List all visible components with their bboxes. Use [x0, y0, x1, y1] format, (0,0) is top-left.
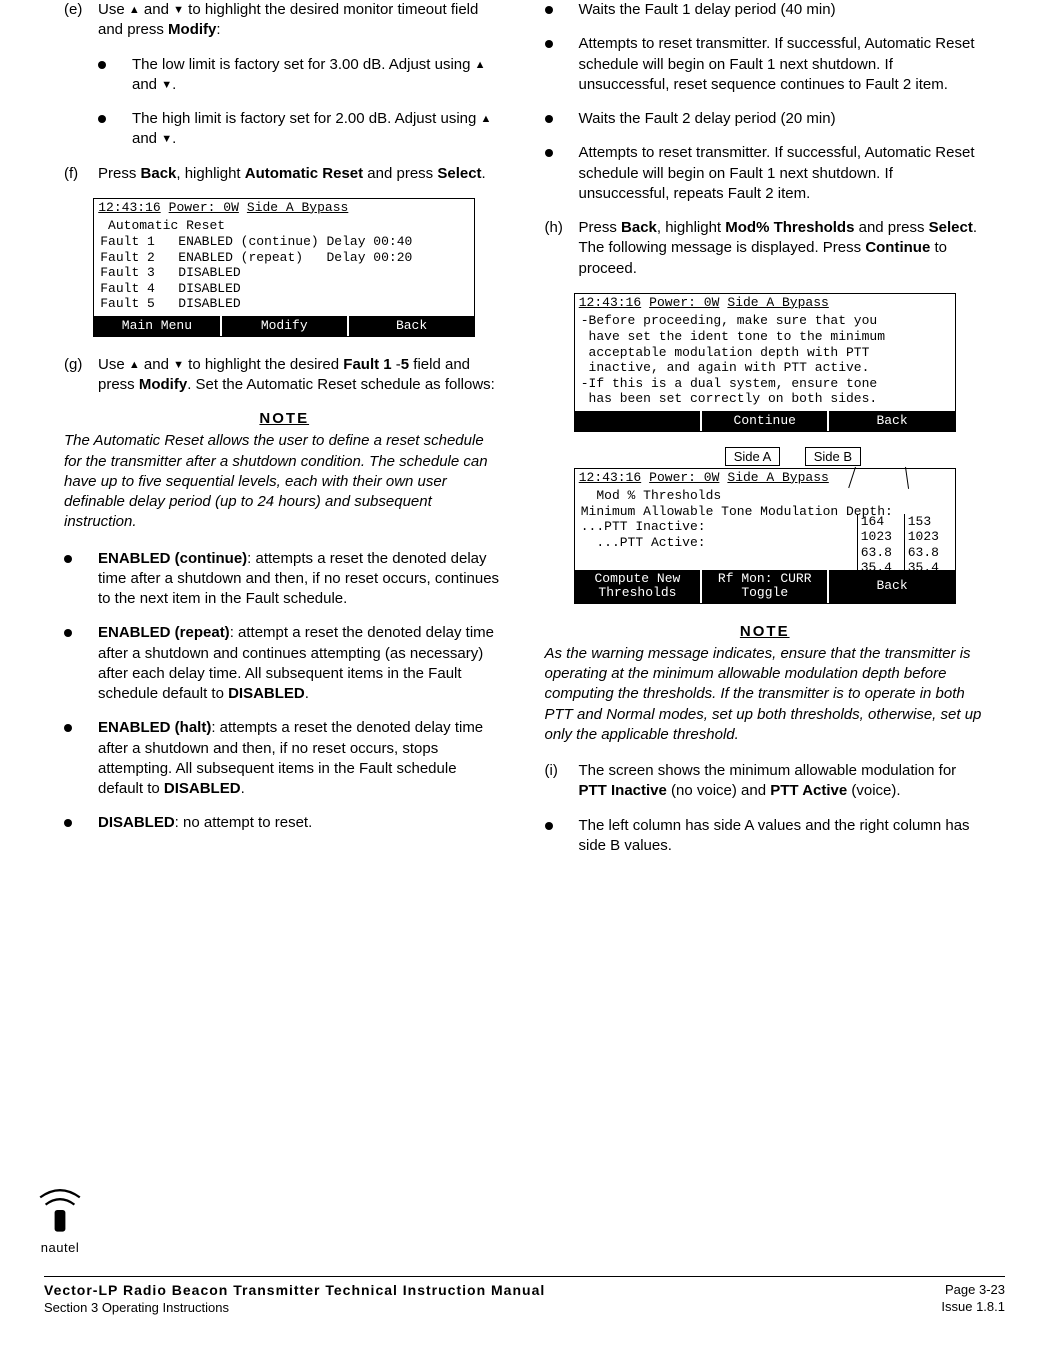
- back-button[interactable]: Back: [349, 316, 474, 336]
- compute-new-thresholds-button[interactable]: Compute NewThresholds: [575, 570, 702, 603]
- bullet-icon: [64, 555, 72, 563]
- bullet-icon: [545, 149, 553, 157]
- screen-power: Power: 0W: [165, 199, 243, 217]
- up-triangle-icon: ▲: [475, 58, 486, 73]
- right-column: Waits the Fault 1 delay period (40 min) …: [545, 0, 986, 870]
- note-heading: NOTE: [545, 622, 986, 642]
- bullet-icon: [545, 6, 553, 14]
- bullet-icon: [545, 40, 553, 48]
- down-triangle-icon: ▼: [161, 132, 172, 147]
- down-triangle-icon: ▼: [173, 358, 184, 373]
- step-h: (h) Press Back, highlight Mod% Threshold…: [545, 218, 986, 279]
- screen-power: Power: 0W: [645, 294, 723, 312]
- rf-mon-toggle-button[interactable]: Rf Mon: CURRToggle: [702, 570, 829, 603]
- up-triangle-icon: ▲: [129, 358, 140, 373]
- main-menu-button[interactable]: Main Menu: [94, 316, 221, 336]
- screen-side: Side A Bypass: [723, 294, 954, 312]
- step-label: (e): [64, 0, 98, 41]
- screen-side: Side A Bypass: [723, 469, 954, 487]
- bullet-attempt-reset-2: Attempts to reset transmitter. If succes…: [545, 143, 986, 204]
- bullet-wait-fault1: Waits the Fault 1 delay period (40 min): [545, 0, 986, 20]
- step-label: (i): [545, 761, 579, 802]
- bullet-icon: [98, 61, 106, 69]
- step-i: (i) The screen shows the minimum allowab…: [545, 761, 986, 802]
- back-button[interactable]: Back: [829, 411, 954, 431]
- bullet-low-limit: The low limit is factory set for 3.00 dB…: [98, 55, 505, 96]
- bullet-disabled: DISABLED: no attempt to reset.: [64, 813, 505, 833]
- bullet-columns-description: The left column has side A values and th…: [545, 816, 986, 857]
- values-side-a: 164102363.835.4: [857, 514, 905, 578]
- nautel-logo: nautel: [30, 1183, 90, 1257]
- bullet-enabled-repeat: ENABLED (repeat): attempt a reset the de…: [64, 623, 505, 704]
- left-column: (e) Use ▲ and ▼ to highlight the desired…: [64, 0, 505, 870]
- bullet-icon: [545, 822, 553, 830]
- step-label: (g): [64, 355, 98, 396]
- note-heading: NOTE: [64, 409, 505, 429]
- screen-warning: 12:43:16 Power: 0W Side A Bypass -Before…: [574, 293, 956, 432]
- bullet-icon: [545, 115, 553, 123]
- step-label: (h): [545, 218, 579, 279]
- page-footer: Vector-LP Radio Beacon Transmitter Techn…: [44, 1276, 1005, 1317]
- screen-time: 12:43:16: [575, 294, 645, 312]
- modify-button[interactable]: Modify: [222, 316, 349, 336]
- up-triangle-icon: ▲: [129, 3, 140, 18]
- screen-automatic-reset: 12:43:16 Power: 0W Side A Bypass Automat…: [93, 198, 475, 337]
- screen-time: 12:43:16: [575, 469, 645, 487]
- bullet-icon: [64, 819, 72, 827]
- side-a-tag: Side A: [725, 447, 781, 467]
- footer-title: Vector-LP Radio Beacon Transmitter Techn…: [44, 1282, 545, 1298]
- bullet-icon: [64, 724, 72, 732]
- screen-time: 12:43:16: [94, 199, 164, 217]
- step-f: (f) Press Back, highlight Automatic Rese…: [64, 164, 505, 184]
- up-triangle-icon: ▲: [481, 112, 492, 127]
- step-e: (e) Use ▲ and ▼ to highlight the desired…: [64, 0, 505, 41]
- bullet-enabled-continue: ENABLED (continue): attempts a reset the…: [64, 549, 505, 610]
- note-body: The Automatic Reset allows the user to d…: [64, 431, 505, 532]
- continue-button[interactable]: Continue: [702, 411, 829, 431]
- values-side-b: 153102363.835.4: [904, 514, 952, 578]
- nautel-logo-icon: [33, 1183, 87, 1237]
- bullet-enabled-halt: ENABLED (halt): attempts a reset the den…: [64, 718, 505, 799]
- side-b-tag: Side B: [805, 447, 861, 467]
- screen-side: Side A Bypass: [243, 199, 474, 217]
- footer-issue: Issue 1.8.1: [941, 1299, 1005, 1314]
- footer-page: Page 3-23: [945, 1282, 1005, 1297]
- footer-section: Section 3 Operating Instructions: [44, 1300, 229, 1315]
- step-g: (g) Use ▲ and ▼ to highlight the desired…: [64, 355, 505, 396]
- down-triangle-icon: ▼: [161, 78, 172, 93]
- bullet-icon: [64, 629, 72, 637]
- step-label: (f): [64, 164, 98, 184]
- note-body: As the warning message indicates, ensure…: [545, 644, 986, 745]
- screen-mod-thresholds: Side A Side B 12:43:16 Power: 0W Side A …: [574, 468, 956, 604]
- bullet-wait-fault2: Waits the Fault 2 delay period (20 min): [545, 109, 986, 129]
- bullet-attempt-reset-1: Attempts to reset transmitter. If succes…: [545, 34, 986, 95]
- blank-button: [575, 411, 702, 431]
- down-triangle-icon: ▼: [173, 3, 184, 18]
- screen-power: Power: 0W: [645, 469, 723, 487]
- bullet-high-limit: The high limit is factory set for 2.00 d…: [98, 109, 505, 150]
- bullet-icon: [98, 115, 106, 123]
